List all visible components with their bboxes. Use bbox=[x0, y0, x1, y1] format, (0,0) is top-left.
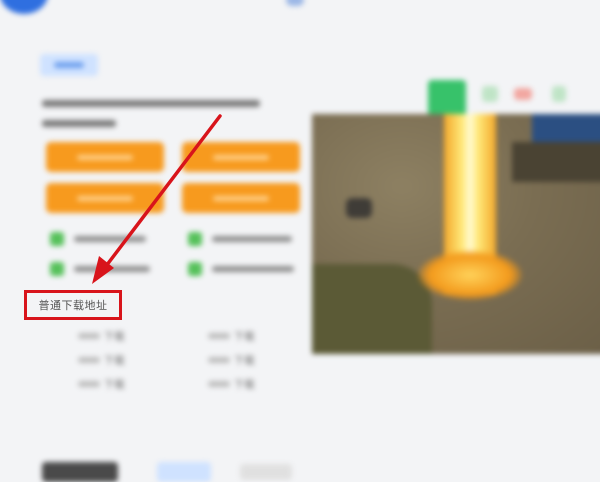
arrow-icon bbox=[92, 114, 222, 284]
